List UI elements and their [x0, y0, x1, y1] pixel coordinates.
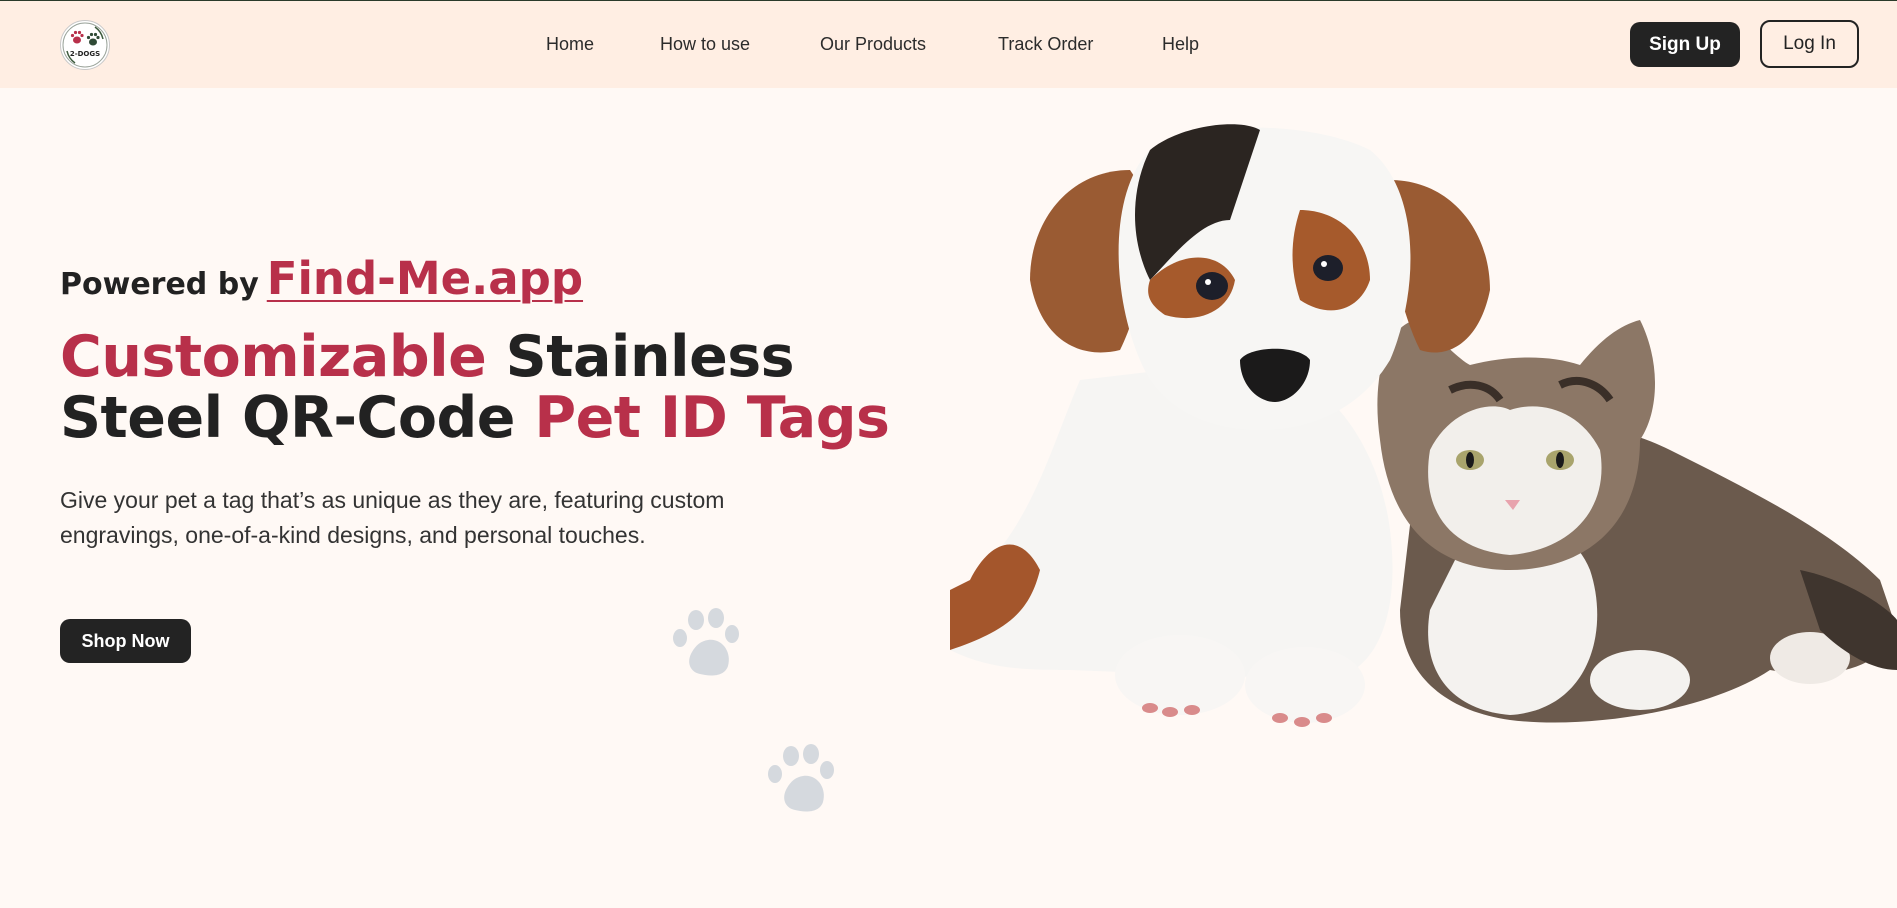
hero-title: Customizable Stainless Steel QR-Code Pet… [60, 324, 890, 451]
logo-text: 2-DOGS [69, 50, 101, 58]
title-part-customizable: Customizable [60, 324, 487, 390]
site-header: 2-DOGS Home How to use Our Products Trac… [0, 1, 1897, 88]
puppy-and-kitten-image [950, 124, 1897, 727]
sign-up-button[interactable]: Sign Up [1630, 22, 1740, 67]
title-part-steel-qr: Steel QR-Code [60, 385, 535, 451]
powered-by-line: Powered by Find-Me.app [60, 252, 583, 305]
title-part-pet-id-tags: Pet ID Tags [534, 385, 890, 451]
paw-icon [768, 744, 834, 812]
logo-paw-icon [62, 22, 108, 68]
hero-description: Give your pet a tag that’s as unique as … [60, 487, 725, 548]
powered-by-label: Powered by [60, 267, 259, 302]
log-in-button[interactable]: Log In [1760, 20, 1859, 68]
shop-now-button[interactable]: Shop Now [60, 619, 191, 663]
nav-home[interactable]: Home [546, 34, 594, 55]
nav-track-order[interactable]: Track Order [998, 34, 1093, 55]
title-part-stainless: Stainless [486, 324, 795, 390]
nav-help[interactable]: Help [1162, 34, 1199, 55]
nav-how-to-use[interactable]: How to use [660, 34, 750, 55]
brand-logo[interactable]: 2-DOGS [60, 20, 110, 70]
find-me-link[interactable]: Find-Me.app [267, 252, 583, 305]
nav-our-products[interactable]: Our Products [820, 34, 926, 55]
paw-icon [673, 608, 739, 676]
